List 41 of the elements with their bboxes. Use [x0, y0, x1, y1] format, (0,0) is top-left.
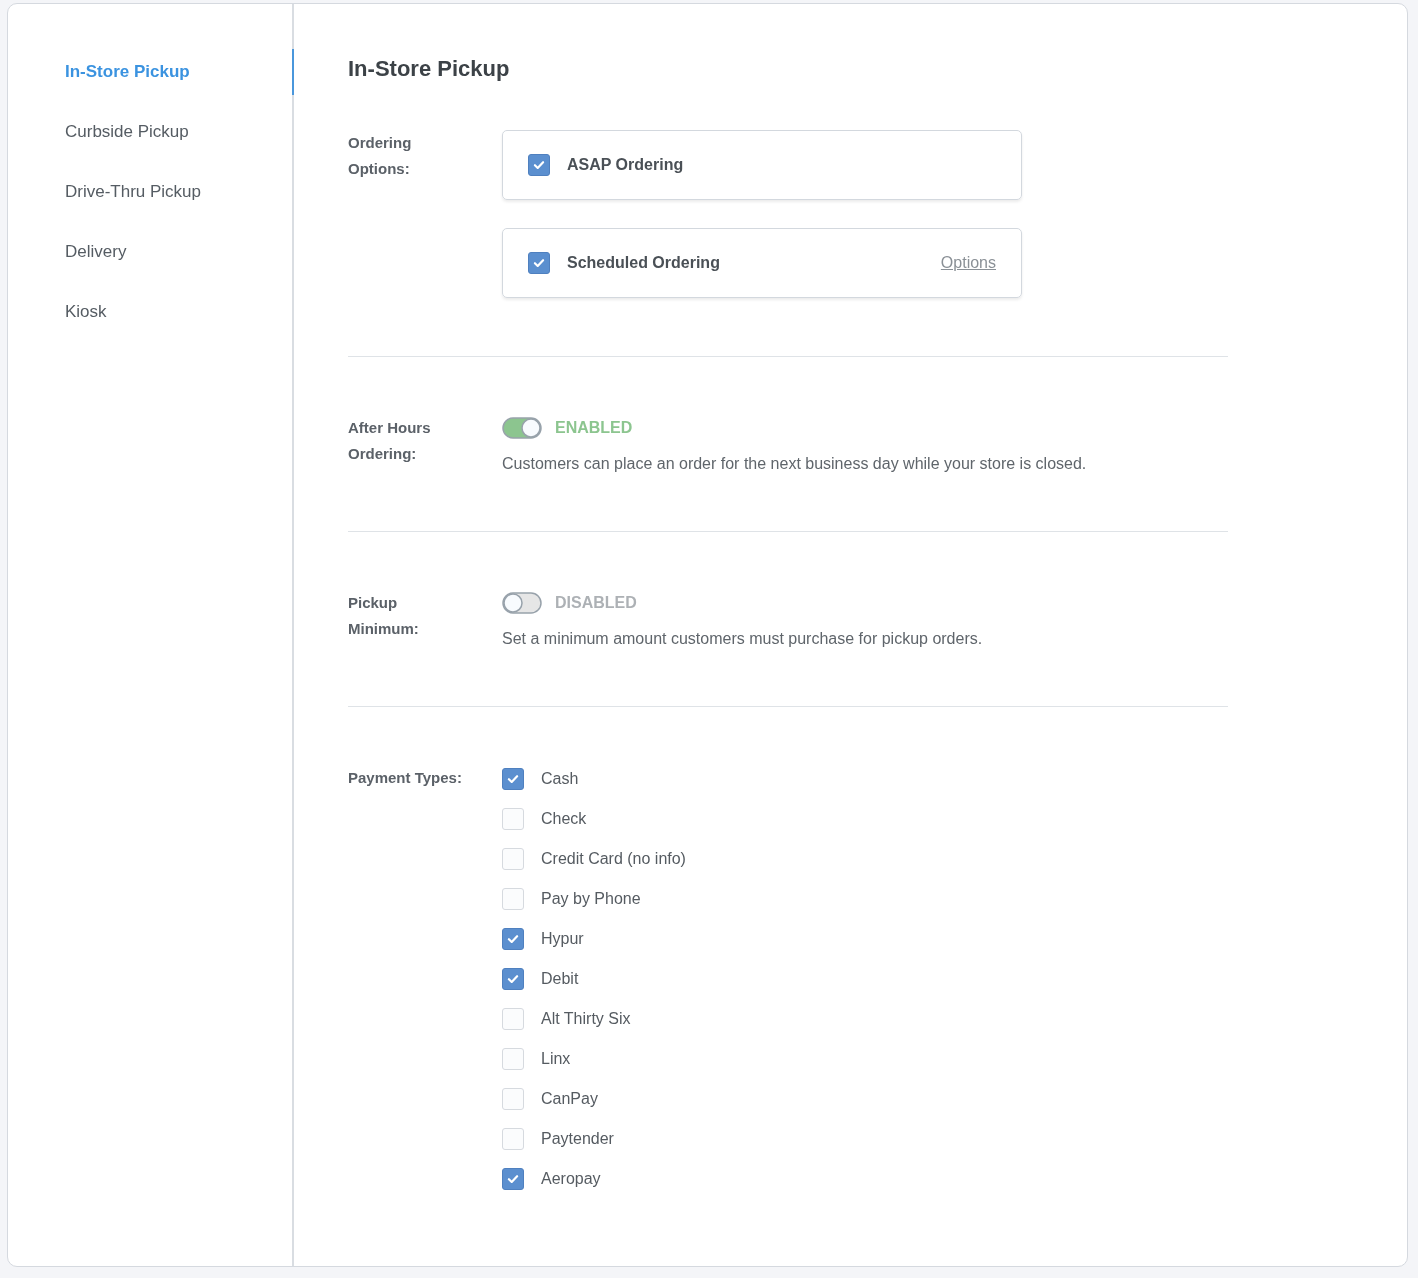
payment-type-label: Pay by Phone: [541, 889, 641, 908]
payment-type-label: Alt Thirty Six: [541, 1009, 631, 1028]
checked-checkbox[interactable]: [528, 252, 550, 274]
payment-type-label: Cash: [541, 769, 579, 788]
payment-type-label: Aeropay: [541, 1169, 601, 1188]
checkbox[interactable]: [502, 847, 524, 870]
toggle-status: ENABLED: [555, 419, 633, 437]
payment-type-label: Debit: [541, 969, 579, 988]
checked-checkbox[interactable]: [502, 927, 524, 950]
checkbox[interactable]: [502, 1087, 524, 1110]
sidebar-item[interactable]: Kiosk: [8, 289, 292, 335]
checkbox[interactable]: [502, 1047, 524, 1070]
toggle-switch[interactable]: [502, 592, 542, 614]
field-label: After Hours Ordering:: [348, 418, 432, 464]
checked-checkbox[interactable]: [528, 154, 550, 176]
payment-type-label: Linx: [541, 1049, 571, 1068]
checked-checkbox[interactable]: [502, 967, 524, 990]
field-label: Pickup Minimum:: [348, 593, 420, 639]
field-label: Payment Types:: [348, 768, 463, 788]
option-label: ASAP Ordering: [567, 156, 685, 174]
checkbox[interactable]: [502, 1007, 524, 1030]
field-label: Ordering Options:: [348, 133, 413, 179]
checkbox[interactable]: [502, 807, 524, 830]
checkbox[interactable]: [502, 887, 524, 910]
sidebar-item[interactable]: Curbside Pickup: [8, 109, 292, 155]
page-title: In-Store Pickup: [348, 56, 511, 82]
payment-type-label: Hypur: [541, 929, 584, 948]
payment-type-label: Check: [541, 809, 587, 828]
checked-checkbox[interactable]: [502, 767, 524, 790]
toggle-switch[interactable]: [502, 417, 542, 439]
payment-type-label: Credit Card (no info): [541, 849, 686, 868]
payment-type-label: CanPay: [541, 1089, 598, 1108]
sidebar-item[interactable]: Drive-Thru Pickup: [8, 169, 292, 215]
description: Customers can place an order for the next business day while your store is closed.: [502, 455, 1087, 473]
payment-type-label: Paytender: [541, 1129, 614, 1148]
checkbox[interactable]: [502, 1127, 524, 1150]
description: Set a minimum amount customers must purchase for pickup orders.: [502, 630, 983, 648]
checked-checkbox[interactable]: [502, 1167, 524, 1190]
toggle-status: DISABLED: [555, 594, 637, 612]
option-label: Scheduled Ordering: [567, 254, 721, 272]
sidebar-item[interactable]: Delivery: [8, 229, 292, 275]
